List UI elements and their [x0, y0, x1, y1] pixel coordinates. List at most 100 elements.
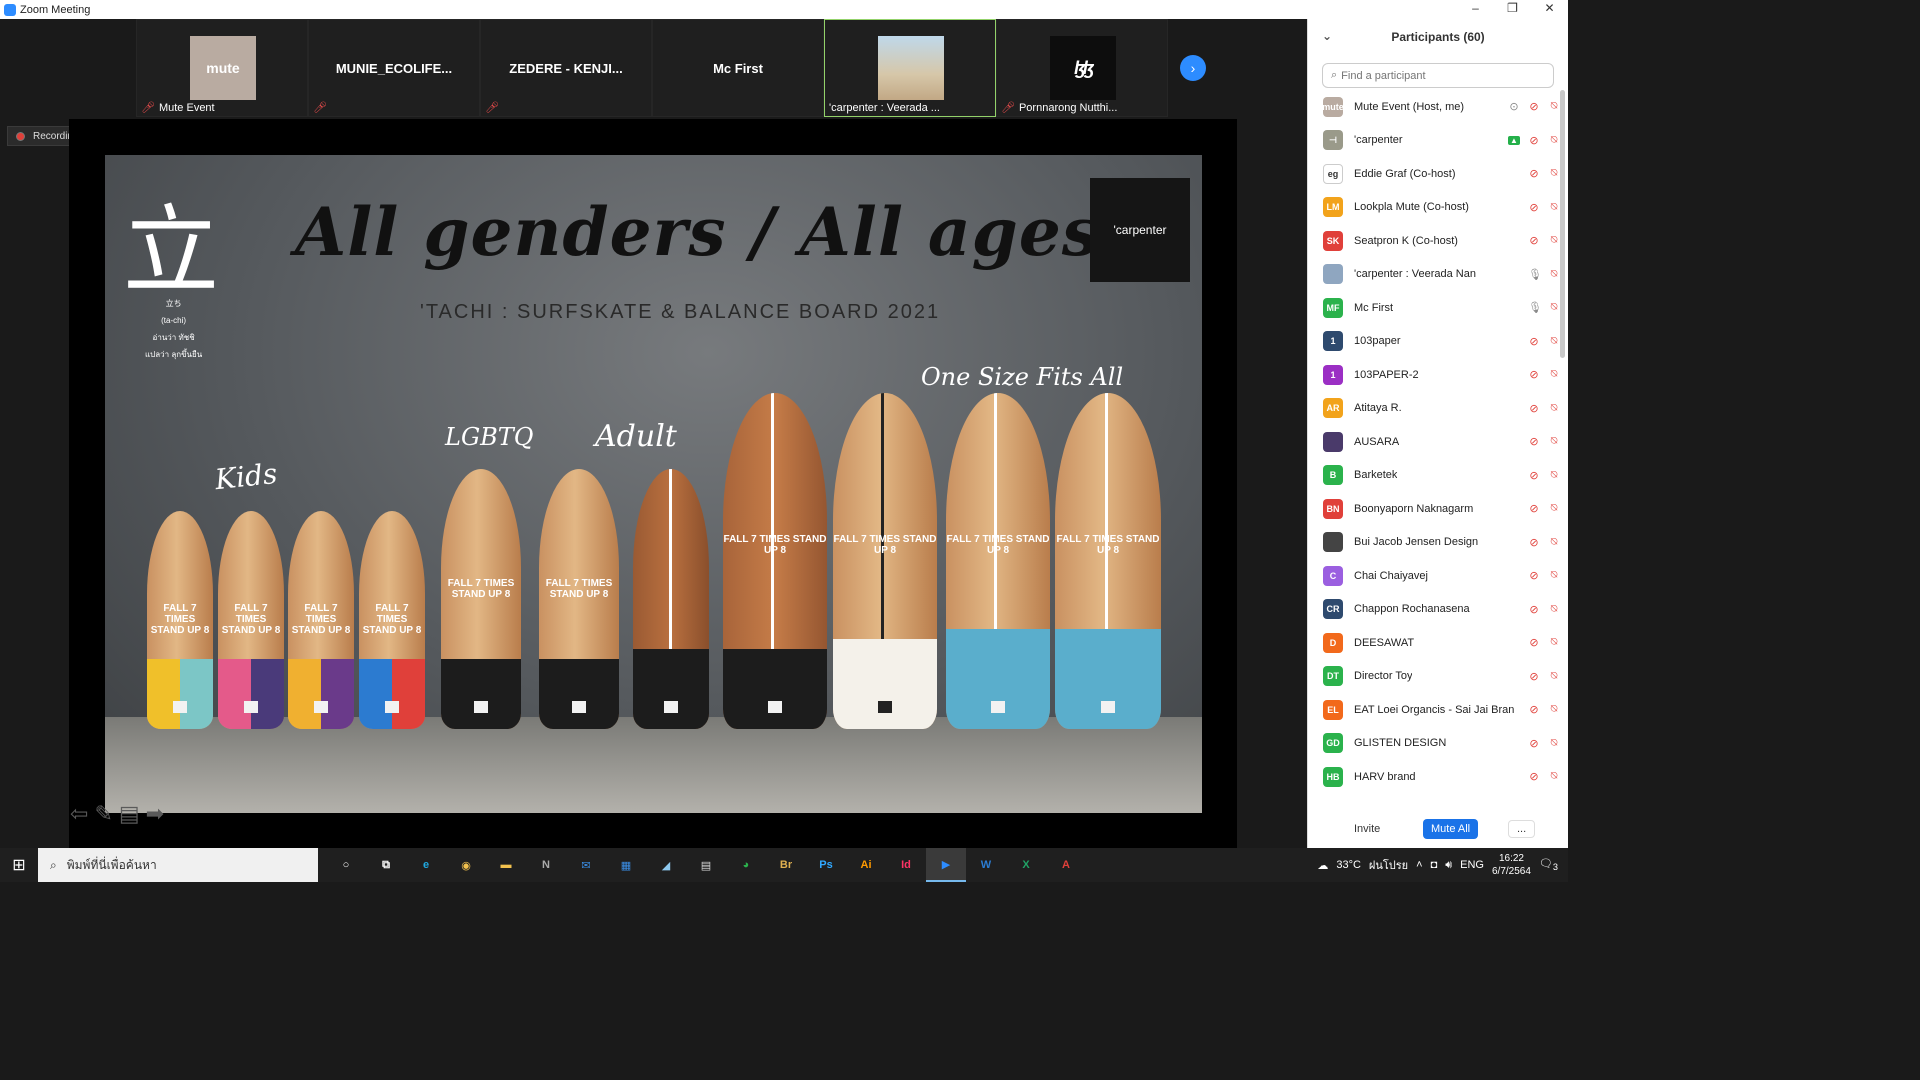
mute-logo-thumbnail: mute: [190, 36, 256, 100]
participant-row[interactable]: C Chai Chaiyavej ⊘ ⍉: [1308, 559, 1560, 593]
participant-row[interactable]: B Barketek ⊘ ⍉: [1308, 459, 1560, 493]
mic-off-icon: ⊘: [1529, 637, 1539, 650]
kanji-character: 立: [123, 195, 219, 307]
participant-row[interactable]: AUSARA ⊘ ⍉: [1308, 425, 1560, 459]
participant-row[interactable]: ⊣ 'carpenter ▲ ⊘ ⍉: [1308, 124, 1560, 158]
participant-row[interactable]: DT Director Toy ⊘ ⍉: [1308, 660, 1560, 694]
previous-arrow-icon[interactable]: ⇦: [70, 801, 88, 827]
avatar: MF: [1323, 297, 1343, 318]
participant-row[interactable]: eg Eddie Graf (Co-host) ⊘ ⍉: [1308, 157, 1560, 191]
more-button[interactable]: ...: [1508, 820, 1536, 838]
taskbar-search[interactable]: ⌕ พิมพ์ที่นี่เพื่อค้นหา: [38, 848, 318, 882]
taskbar-app-icon[interactable]: ▶: [926, 848, 966, 882]
taskbar-app-icon[interactable]: e: [406, 848, 446, 882]
participant-row[interactable]: mute Mute Event (Host, me) ⊙ ⊘ ⍉: [1308, 90, 1560, 124]
taskbar-app-icon[interactable]: ◢: [646, 848, 686, 882]
taskbar-app-icon[interactable]: Id: [886, 848, 926, 882]
participant-row[interactable]: CR Chappon Rochanasena ⊘ ⍉: [1308, 593, 1560, 627]
screen-share-area[interactable]: 立 立ち (ta-chi) อ่านว่า ทัชชิ แปลว่า ลุกขึ…: [69, 119, 1237, 848]
mic-off-icon: 🎤︎: [1001, 102, 1015, 114]
avatar: 1: [1323, 331, 1343, 352]
search-box[interactable]: ⌕: [1322, 63, 1554, 88]
minimize-button[interactable]: –: [1457, 0, 1494, 19]
participant-row[interactable]: D DEESAWAT ⊘ ⍉: [1308, 626, 1560, 660]
participant-row[interactable]: HB HARV brand ⊘ ⍉: [1308, 760, 1560, 794]
volume-icon[interactable]: 🔊︎: [1445, 859, 1452, 872]
taskbar-app-icon[interactable]: ○: [326, 848, 366, 882]
avatar: B: [1323, 465, 1343, 486]
taskbar-app-icon[interactable]: ◕: [726, 848, 766, 882]
mic-off-icon: ⊘: [1529, 335, 1539, 348]
participant-row[interactable]: MF Mc First 🎙︎ ⍉: [1308, 291, 1560, 325]
mic-off-icon: ⊘: [1529, 101, 1539, 114]
participant-row[interactable]: LM Lookpla Mute (Co-host) ⊘ ⍉: [1308, 191, 1560, 225]
video-tile-active-speaker[interactable]: 'carpenter : Veerada ...: [824, 19, 996, 117]
video-off-icon: ⍉: [1550, 301, 1558, 314]
pen-icon[interactable]: ✎: [94, 801, 112, 827]
taskbar-app-icon[interactable]: N: [526, 848, 566, 882]
mic-off-icon: ⊘: [1529, 536, 1539, 549]
surfskate-board: FALL 7 TIMES STAND UP 8: [147, 511, 213, 729]
taskbar-app-icon[interactable]: ✉: [566, 848, 606, 882]
weather-icon[interactable]: ☁: [1317, 859, 1328, 872]
notification-icon[interactable]: 🗨︎3: [1539, 857, 1558, 872]
mic-off-icon: ⊘: [1529, 771, 1539, 784]
chevron-down-icon[interactable]: ⌄: [1322, 29, 1332, 43]
floor: [105, 717, 1202, 813]
clock[interactable]: 16:22 6/7/2564: [1492, 852, 1531, 878]
video-off-icon: ⍉: [1550, 770, 1558, 783]
tile-name: Pornnarong Nutthi...: [1018, 101, 1118, 114]
video-off-icon: ⍉: [1550, 468, 1558, 481]
taskbar-app-icon[interactable]: W: [966, 848, 1006, 882]
taskbar-app-icon[interactable]: ⧉: [366, 848, 406, 882]
participant-row[interactable]: GD GLISTEN DESIGN ⊘ ⍉: [1308, 727, 1560, 761]
network-icon[interactable]: ◘: [1431, 859, 1438, 871]
video-tile[interactable]: mute 🎤︎ Mute Event: [136, 19, 308, 117]
mic-off-icon: ⊘: [1529, 737, 1539, 750]
participant-name: Chappon Rochanasena: [1354, 603, 1470, 616]
participant-row[interactable]: EL EAT Loei Organcis - Sai Jai Brand ⊘ ⍉: [1308, 693, 1560, 727]
participant-row[interactable]: BN Boonyaporn Naknagarm ⊘ ⍉: [1308, 492, 1560, 526]
language-indicator[interactable]: ENG: [1460, 859, 1484, 871]
windows-start-icon[interactable]: ⊞: [0, 848, 38, 882]
taskbar-app-icon[interactable]: ▤: [686, 848, 726, 882]
participant-row[interactable]: 1 103PAPER-2 ⊘ ⍉: [1308, 358, 1560, 392]
menu-icon[interactable]: ▤: [119, 801, 140, 827]
video-off-icon: ⍉: [1550, 435, 1558, 448]
chevron-up-icon[interactable]: ˄: [1416, 859, 1422, 871]
video-tile[interactable]: MUNIE_ECOLIFE... 🎤︎: [308, 19, 480, 117]
taskbar-app-icon[interactable]: ◉: [446, 848, 486, 882]
video-tile[interactable]: ZEDERE - KENJI... 🎤︎: [480, 19, 652, 117]
search-input[interactable]: [1341, 69, 1542, 82]
taskbar-app-icon[interactable]: A: [1046, 848, 1086, 882]
participant-row[interactable]: SK Seatpron K (Co-host) ⊘ ⍉: [1308, 224, 1560, 258]
restore-button[interactable]: ❐: [1494, 0, 1531, 19]
next-page-icon[interactable]: ›: [1180, 55, 1206, 81]
participant-row[interactable]: Bui Jacob Jensen Design ⊘ ⍉: [1308, 526, 1560, 560]
taskbar-app-icon[interactable]: Ps: [806, 848, 846, 882]
mic-off-icon: ⊘: [1529, 704, 1539, 717]
video-tile[interactable]: ɮɮ 🎤︎ Pornnarong Nutthi...: [996, 19, 1168, 117]
taskbar-app-icon[interactable]: ▬: [486, 848, 526, 882]
participant-row[interactable]: 'carpenter : Veerada Nan 🎙︎ ⍉: [1308, 258, 1560, 292]
invite-button[interactable]: Invite: [1346, 820, 1388, 838]
taskbar-app-icon[interactable]: Br: [766, 848, 806, 882]
participant-name: Barketek: [1354, 469, 1398, 482]
participant-name: EAT Loei Organcis - Sai Jai Brand: [1354, 703, 1514, 716]
scrollbar[interactable]: [1560, 90, 1565, 358]
participant-row[interactable]: 1 103paper ⊘ ⍉: [1308, 325, 1560, 359]
video-strip: mute 🎤︎ Mute Event MUNIE_ECOLIFE... 🎤︎ ZE…: [136, 19, 1170, 119]
taskbar-app-icon[interactable]: Ai: [846, 848, 886, 882]
lgbtq-label: LGBTQ: [445, 423, 534, 451]
video-tile[interactable]: Mc First: [652, 19, 824, 117]
next-arrow-icon[interactable]: ➡: [146, 801, 164, 827]
participants-list: mute Mute Event (Host, me) ⊙ ⊘ ⍉ ⊣ 'carpenter ▲…: [1308, 90, 1560, 806]
surfskate-board: FALL 7 TIMES STAND UP 8: [946, 393, 1050, 729]
participant-row[interactable]: AR Atitaya R. ⊘ ⍉: [1308, 392, 1560, 426]
taskbar-app-icon[interactable]: X: [1006, 848, 1046, 882]
mic-off-icon: ⊘: [1529, 570, 1539, 583]
taskbar-app-icon[interactable]: ▦: [606, 848, 646, 882]
close-button[interactable]: ✕: [1531, 0, 1568, 19]
mute-all-button[interactable]: Mute All: [1423, 819, 1479, 839]
video-off-icon: ⍉: [1550, 401, 1558, 414]
